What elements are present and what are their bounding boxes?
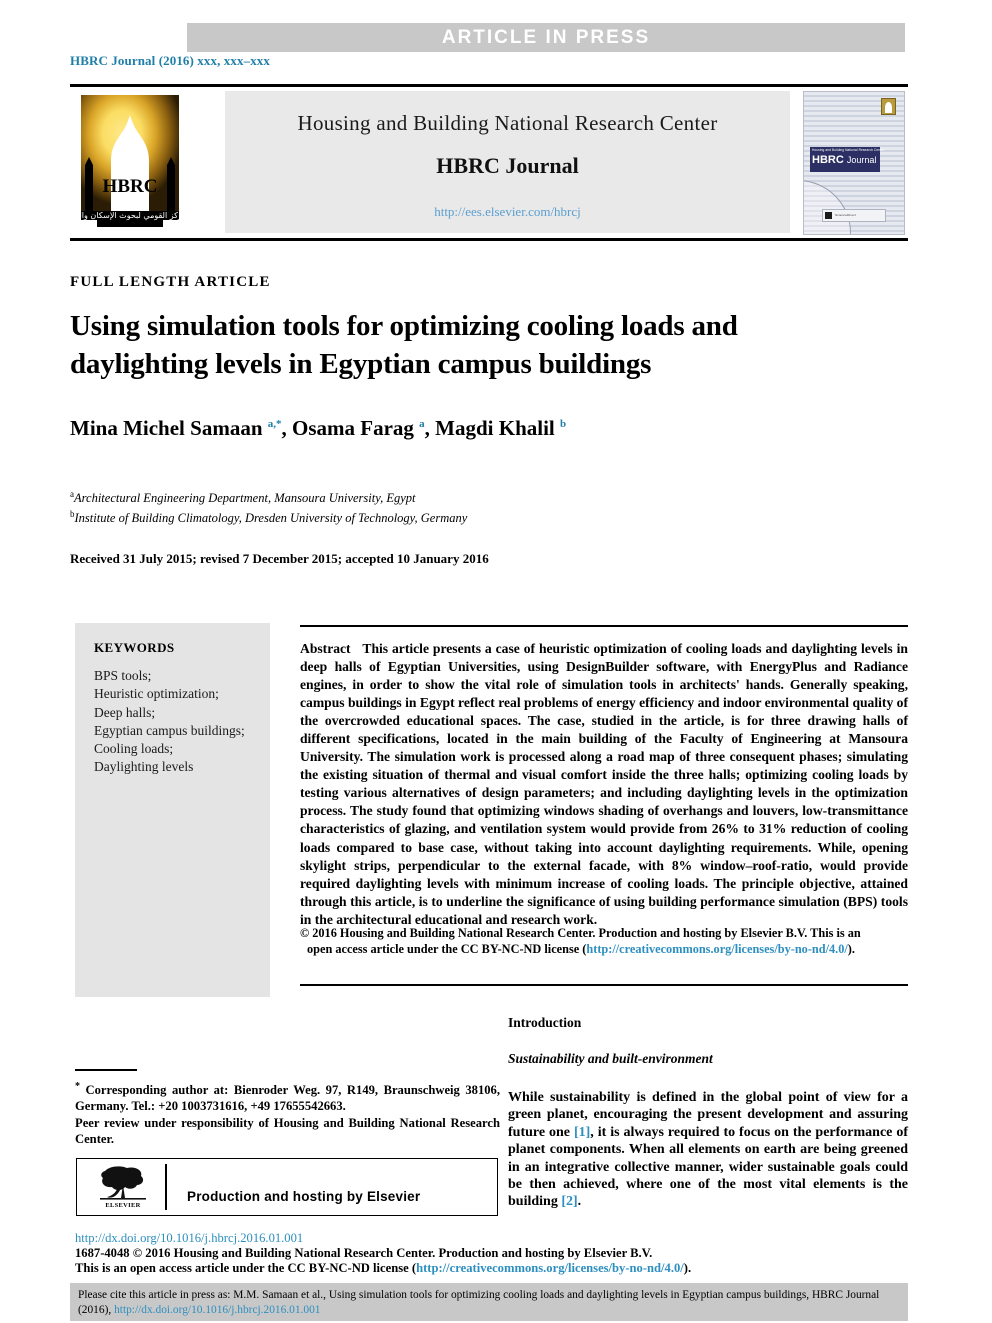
article-type-label: FULL LENGTH ARTICLE [70, 274, 271, 290]
copyright-line-1: © 2016 Housing and Building National Res… [300, 926, 861, 940]
journal-cover-thumbnail: Housing and Building National Research C… [803, 91, 905, 235]
please-cite-bar: Please cite this article in press as: M.… [70, 1283, 908, 1321]
cover-strip-label: ScienceDirect [835, 213, 857, 217]
cover-strip-square-icon [825, 212, 832, 219]
keyword-item: Cooling loads; [94, 741, 174, 757]
footer-copyright: 1687-4048 © 2016 Housing and Building Na… [75, 1246, 905, 1277]
masthead-bottom-rule [70, 238, 908, 241]
copyright-line-2-pre: open access article under the CC BY-NC-N… [307, 941, 587, 956]
masthead-top-rule [70, 84, 908, 87]
abstract-copyright: © 2016 Housing and Building National Res… [300, 926, 908, 957]
abstract-top-rule [300, 625, 908, 627]
organization-name: Housing and Building National Research C… [297, 111, 718, 135]
affiliation-b: bInstitute of Building Climatology, Dres… [70, 509, 468, 526]
cover-title-journal: Journal [846, 155, 877, 165]
abstract-body: Abstract This article presents a case of … [300, 640, 908, 929]
citation-link-1[interactable]: [1] [574, 1125, 590, 1140]
journal-citation-line: HBRC Journal (2016) xxx, xxx–xxx [70, 53, 271, 68]
keyword-item: BPS tools; [94, 668, 152, 683]
corresponding-author-text: Corresponding author at: Bienroder Weg. … [75, 1083, 500, 1114]
please-cite-doi-link[interactable]: http://dx.doi.org/10.1016/j.hbrcj.2016.0… [114, 1304, 320, 1316]
author-list: Mina Michel Samaan a,*, Osama Farag a, M… [70, 416, 567, 440]
copyright-line-2: open access article under the CC BY-NC-N… [300, 942, 908, 958]
please-cite-text: Please cite this article in press as: M.… [78, 1288, 902, 1317]
article-in-press-banner: ARTICLE IN PRESS [187, 23, 905, 52]
footer-line-2-pre: This is an open access article under the… [75, 1261, 417, 1276]
cover-main-title: HBRC Journal [812, 154, 876, 166]
footer-line-2-post: ). [683, 1261, 692, 1276]
keywords-heading: KEYWORDS [94, 640, 175, 655]
masthead-center-panel: Housing and Building National Research C… [225, 91, 790, 233]
footnote-block: * Corresponding author at: Bienroder Weg… [75, 1079, 500, 1147]
hbrc-logo: HBRC المركز القومي لبحوث الإسكان والبناء [75, 91, 185, 234]
cover-title-hbrc: HBRC [812, 154, 844, 166]
page-title: Using simulation tools for optimizing co… [70, 310, 738, 380]
keywords-list: BPS tools; Heuristic optimization; Deep … [94, 667, 245, 777]
corresponding-author-note: * Corresponding author at: Bienroder Weg… [75, 1079, 500, 1115]
affiliation-b-text: Institute of Building Climatology, Dresd… [74, 511, 468, 526]
elsevier-wordmark: ELSEVIER [105, 1202, 141, 1209]
cover-bottom-strip: ScienceDirect [822, 209, 886, 222]
keyword-item: Deep halls; [94, 704, 156, 720]
cover-subtitle: Housing and Building National Research C… [812, 148, 885, 152]
abstract-text: This article presents a case of heuristi… [300, 641, 908, 927]
introduction-subheading: Sustainability and built-environment [508, 1051, 713, 1066]
cc-license-link[interactable]: http://creativecommons.org/licenses/by-n… [586, 942, 847, 956]
copyright-line-2-post: ). [847, 941, 855, 956]
footer-line-1: 1687-4048 © 2016 Housing and Building Na… [75, 1246, 653, 1260]
elsevier-tree-icon: ELSEVIER [95, 1165, 151, 1209]
elsevier-box-divider [165, 1164, 167, 1210]
affiliation-a-text: Architectural Engineering Department, Ma… [74, 491, 416, 506]
cover-hbrc-logo-icon [881, 98, 896, 115]
doi-link[interactable]: http://dx.doi.org/10.1016/j.hbrcj.2016.0… [75, 1231, 303, 1246]
footnote-star: * [75, 1081, 80, 1092]
cover-title-block: Housing and Building National Research C… [810, 147, 884, 172]
footer-license-link[interactable]: http://creativecommons.org/licenses/by-n… [416, 1261, 684, 1275]
received-dates: Received 31 July 2015; revised 7 Decembe… [70, 551, 489, 566]
svg-text:HBRC: HBRC [103, 176, 158, 197]
elsevier-production-box: ELSEVIER Production and hosting by Elsev… [76, 1158, 498, 1216]
keyword-item: Daylighting levels [94, 759, 194, 775]
keywords-panel: KEYWORDS BPS tools; Heuristic optimizati… [75, 623, 270, 997]
svg-text:المركز القومي لبحوث الإسكان وا: المركز القومي لبحوث الإسكان والبناء [75, 211, 185, 221]
footer-line-2: This is an open access article under the… [75, 1261, 905, 1276]
introduction-heading: Introduction [508, 1015, 582, 1030]
affiliations: aArchitectural Engineering Department, M… [70, 486, 890, 526]
keyword-item: Heuristic optimization; [94, 686, 219, 702]
elsevier-production-text: Production and hosting by Elsevier [187, 1189, 421, 1204]
journal-name: HBRC Journal [436, 153, 579, 178]
introduction-paragraph: While sustainability is defined in the g… [508, 1089, 908, 1211]
affiliation-a: aArchitectural Engineering Department, M… [70, 489, 416, 506]
peer-review-note: Peer review under responsibility of Hous… [75, 1115, 500, 1146]
keyword-item: Egyptian campus buildings; [94, 722, 245, 738]
masthead: HBRC المركز القومي لبحوث الإسكان والبناء… [70, 88, 908, 236]
abstract-label: Abstract [300, 641, 351, 656]
footnote-separator-rule [75, 1069, 137, 1071]
journal-url-link[interactable]: http://ees.elsevier.com/hbrcj [225, 204, 790, 220]
abstract-bottom-rule [300, 984, 908, 986]
article-in-press-label: ARTICLE IN PRESS [441, 27, 651, 48]
citation-link-2[interactable]: [2] [561, 1194, 577, 1209]
intro-text-post: . [577, 1194, 582, 1210]
